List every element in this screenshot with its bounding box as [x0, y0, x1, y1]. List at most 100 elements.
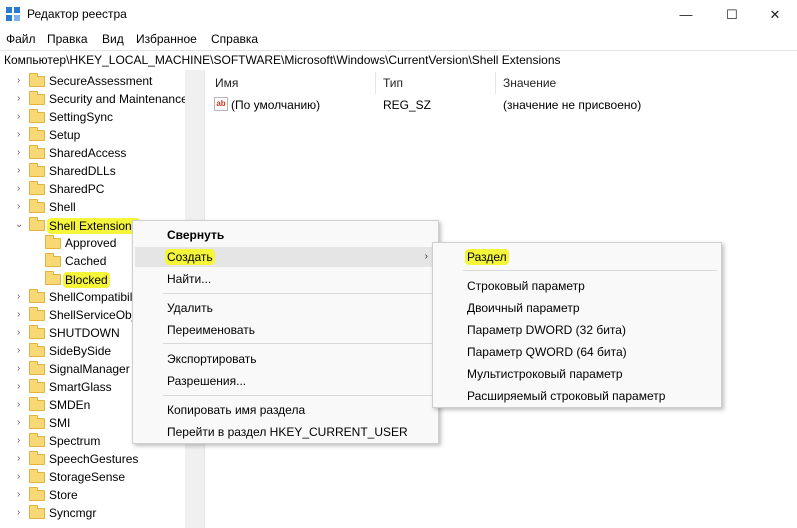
tree-item[interactable]: › SecureAssessment — [0, 72, 185, 90]
expand-icon[interactable]: › — [17, 201, 27, 213]
tree-item[interactable]: › Security and Maintenance — [0, 90, 185, 108]
tree-item-label: StorageSense — [49, 470, 126, 484]
expand-icon[interactable]: › — [17, 111, 27, 123]
menu-bar: Файл Правка Вид Избранное Справка — [0, 30, 797, 50]
expand-icon[interactable]: › — [17, 327, 27, 339]
tree-item-label: SharedDLLs — [49, 164, 116, 178]
expand-icon[interactable]: › — [17, 93, 27, 105]
close-button[interactable]: ✕ — [752, 0, 797, 30]
expand-icon[interactable]: › — [17, 75, 27, 87]
expand-icon[interactable]: › — [17, 381, 27, 393]
folder-icon — [29, 343, 45, 357]
folder-icon — [45, 271, 61, 285]
tree-item[interactable]: › Setup — [0, 126, 185, 144]
submenu-item-qword[interactable]: Параметр QWORD (64 бита) — [467, 345, 627, 359]
folder-icon — [29, 127, 45, 141]
menu-item-delete[interactable]: Удалить — [167, 301, 213, 315]
column-header-type[interactable]: Тип — [383, 76, 403, 90]
menu-item-collapse[interactable]: Свернуть — [167, 228, 224, 242]
submenu-item-dword[interactable]: Параметр DWORD (32 бита) — [467, 323, 626, 337]
tree-item-label: SignalManager — [49, 362, 130, 376]
value-name[interactable]: (По умолчанию) — [231, 98, 320, 112]
tree-item-label: Shell — [49, 200, 76, 214]
submenu-item-string[interactable]: Строковый параметр — [467, 279, 585, 293]
maximize-button[interactable]: ☐ — [709, 0, 755, 30]
tree-item-label: Blocked — [63, 272, 110, 288]
tree-item-label: SmartGlass — [49, 380, 112, 394]
menu-item-permissions[interactable]: Разрешения... — [167, 374, 246, 388]
menu-view[interactable]: Вид — [102, 32, 124, 46]
expand-icon[interactable]: › — [17, 507, 27, 519]
expand-icon[interactable]: › — [17, 345, 27, 357]
menu-item-export[interactable]: Экспортировать — [167, 352, 257, 366]
expand-icon[interactable]: › — [17, 399, 27, 411]
menu-favorites[interactable]: Избранное — [136, 32, 197, 46]
minimize-button[interactable]: — — [663, 0, 709, 30]
tree-item-label: SideBySide — [49, 344, 112, 358]
column-header-value[interactable]: Значение — [503, 76, 556, 90]
tree-item[interactable]: › Shell — [0, 198, 185, 216]
tree-item-label: SharedPC — [49, 182, 105, 196]
folder-icon — [29, 451, 45, 465]
tree-item-label: ShellCompatibil — [49, 290, 133, 304]
address-path[interactable]: Компьютер\HKEY_LOCAL_MACHINE\SOFTWARE\Mi… — [4, 53, 561, 67]
tree-item-label: SHUTDOWN — [49, 326, 120, 340]
menu-help[interactable]: Справка — [211, 32, 258, 46]
folder-icon — [29, 163, 45, 177]
tree-item[interactable]: › Store — [0, 486, 185, 504]
expand-icon[interactable]: › — [17, 147, 27, 159]
tree-item-label: SMI — [49, 416, 71, 430]
menu-item-goto-hkcu[interactable]: Перейти в раздел HKEY_CURRENT_USER — [167, 425, 408, 439]
value-data[interactable]: (значение не присвоено) — [503, 98, 641, 112]
folder-icon — [29, 397, 45, 411]
tree-item-label: Store — [49, 488, 78, 502]
submenu-item-binary[interactable]: Двоичный параметр — [467, 301, 580, 315]
title-bar: Редактор реестра — ☐ ✕ — [0, 0, 797, 30]
expand-icon[interactable]: › — [17, 453, 27, 465]
expand-icon[interactable]: › — [17, 165, 27, 177]
expand-icon[interactable]: › — [17, 183, 27, 195]
tree-item-label: Setup — [49, 128, 81, 142]
expand-icon[interactable]: › — [17, 417, 27, 429]
collapse-icon[interactable]: ⌄ — [15, 219, 25, 231]
menu-file[interactable]: Файл — [6, 32, 36, 46]
submenu-item-multistring[interactable]: Мультистроковый параметр — [467, 367, 623, 381]
expand-icon[interactable]: › — [17, 129, 27, 141]
expand-icon[interactable]: › — [17, 435, 27, 447]
tree-item-label: SecureAssessment — [49, 74, 153, 88]
expand-icon[interactable]: › — [17, 363, 27, 375]
address-bar[interactable]: Компьютер\HKEY_LOCAL_MACHINE\SOFTWARE\Mi… — [0, 50, 797, 71]
column-divider[interactable] — [375, 72, 376, 94]
tree-item-label: Cached — [65, 254, 107, 268]
value-type[interactable]: REG_SZ — [383, 98, 431, 112]
tree-item[interactable]: › SharedAccess — [0, 144, 185, 162]
expand-icon[interactable]: › — [17, 291, 27, 303]
expand-icon[interactable]: › — [17, 471, 27, 483]
folder-icon — [29, 307, 45, 321]
tree-item-label: Security and Maintenance — [49, 92, 185, 106]
menu-separator — [163, 343, 434, 344]
menu-item-copy-key-name[interactable]: Копировать имя раздела — [167, 403, 305, 417]
menu-edit[interactable]: Правка — [47, 32, 88, 46]
submenu-item-expandable-string[interactable]: Расширяемый строковый параметр — [467, 389, 665, 403]
registry-editor-icon — [6, 7, 20, 21]
submenu-arrow-icon: › — [424, 251, 428, 262]
tree-item-label: SettingSync — [49, 110, 114, 124]
tree-item[interactable]: › SettingSync — [0, 108, 185, 126]
expand-icon[interactable]: › — [17, 309, 27, 321]
column-divider[interactable] — [495, 72, 496, 94]
submenu-item-key[interactable]: Раздел — [465, 249, 509, 265]
context-menu: Свернуть Создать › Найти... Удалить Пере… — [132, 220, 439, 444]
tree-item[interactable]: › SharedPC — [0, 180, 185, 198]
menu-item-rename[interactable]: Переименовать — [167, 323, 255, 337]
menu-item-create[interactable]: Создать — [165, 249, 215, 265]
column-header-name[interactable]: Имя — [215, 76, 238, 90]
tree-item[interactable]: › SpeechGestures — [0, 450, 185, 468]
tree-item[interactable]: › SharedDLLs — [0, 162, 185, 180]
tree-item-label: Syncmgr — [49, 506, 97, 520]
menu-item-find[interactable]: Найти... — [167, 272, 211, 286]
tree-item[interactable]: › StorageSense — [0, 468, 185, 486]
menu-separator — [463, 270, 717, 271]
tree-item[interactable]: › Syncmgr — [0, 504, 185, 522]
expand-icon[interactable]: › — [17, 489, 27, 501]
